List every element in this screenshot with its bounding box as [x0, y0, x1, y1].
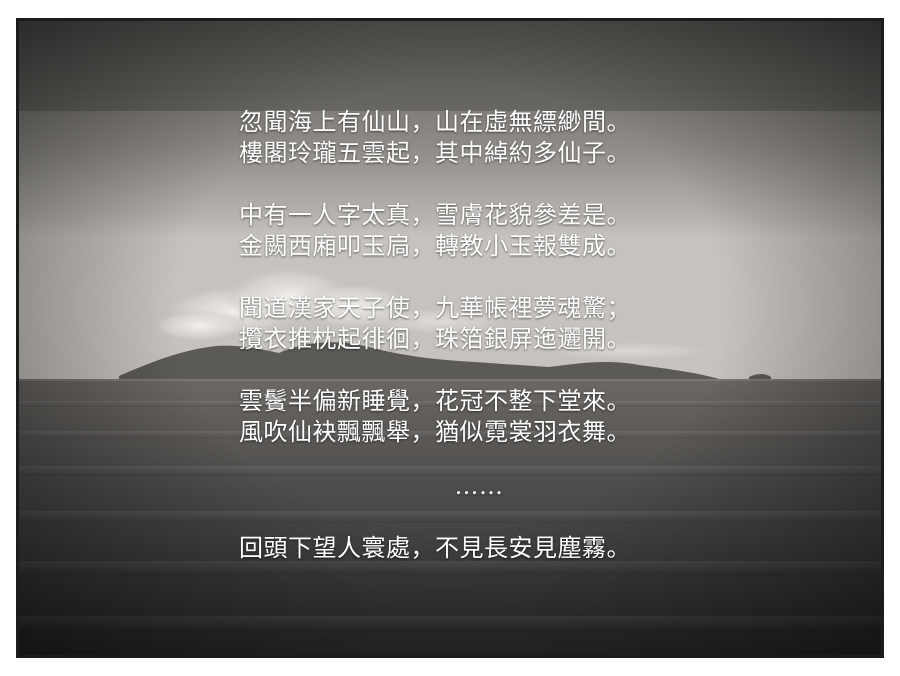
poem-line: 攬衣推枕起徘徊，珠箔銀屏迤邐開。 [239, 325, 631, 353]
poem-line: 風吹仙袂飄飄舉，猶似霓裳羽衣舞。 [239, 418, 631, 446]
poem-final-line: 回頭下望人寰處，不見長安見塵霧。 [239, 534, 631, 562]
poem-stanza-1: 忽聞海上有仙山，山在虛無縹緲間。 樓閣玲瓏五雲起，其中綽約多仙子。 [239, 107, 699, 169]
poem-stanza-4: 雲鬢半偏新睡覺，花冠不整下堂來。 風吹仙袂飄飄舉，猶似霓裳羽衣舞。 [239, 386, 699, 448]
poem-line: 忽聞海上有仙山，山在虛無縹緲間。 [239, 108, 631, 136]
poem-stanza-2: 中有一人字太真，雪膚花貌參差是。 金闕西廂叩玉扃，轉教小玉報雙成。 [239, 200, 699, 262]
poem-text: 忽聞海上有仙山，山在虛無縹緲間。 樓閣玲瓏五雲起，其中綽約多仙子。 中有一人字太… [239, 107, 699, 564]
seascape-photo: 忽聞海上有仙山，山在虛無縹緲間。 樓閣玲瓏五雲起，其中綽約多仙子。 中有一人字太… [16, 18, 884, 658]
poem-stanza-3: 聞道漢家天子使，九華帳裡夢魂驚； 攬衣推枕起徘徊，珠箔銀屏迤邐開。 [239, 293, 699, 355]
poem-line: 雲鬢半偏新睡覺，花冠不整下堂來。 [239, 387, 631, 415]
poem-line: 金闕西廂叩玉扃，轉教小玉報雙成。 [239, 232, 631, 260]
poem-line: 樓閣玲瓏五雲起，其中綽約多仙子。 [239, 139, 631, 167]
poem-ellipsis: …… [454, 472, 504, 500]
poem-line: 聞道漢家天子使，九華帳裡夢魂驚； [239, 294, 631, 322]
poem-line: 中有一人字太真，雪膚花貌參差是。 [239, 201, 631, 229]
page: 忽聞海上有仙山，山在虛無縹緲間。 樓閣玲瓏五雲起，其中綽約多仙子。 中有一人字太… [0, 0, 900, 676]
